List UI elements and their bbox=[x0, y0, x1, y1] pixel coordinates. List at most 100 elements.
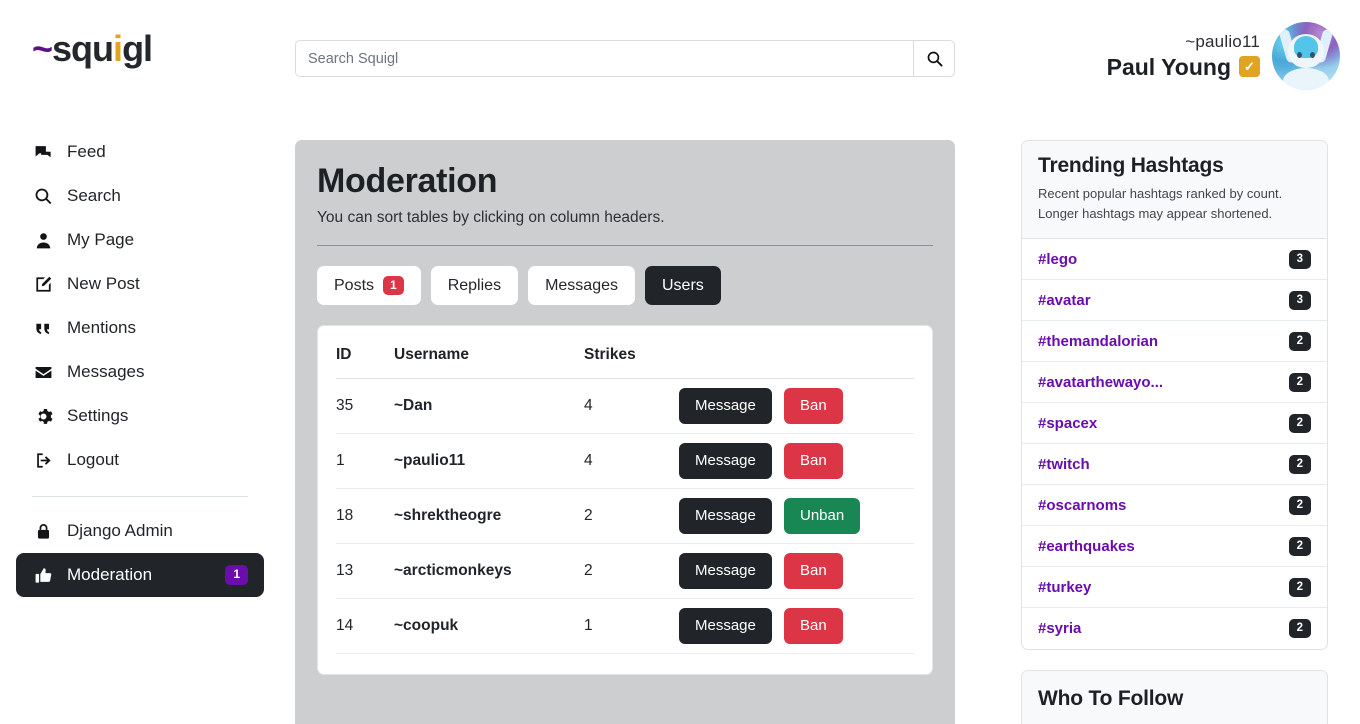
table-row: 14 ~coopuk 1 Message Ban bbox=[336, 598, 914, 655]
column-header-id[interactable]: ID bbox=[336, 326, 394, 380]
hashtag-label: #avatar bbox=[1038, 291, 1091, 309]
unban-button[interactable]: Unban bbox=[784, 498, 861, 535]
avatar-body bbox=[1283, 68, 1329, 90]
sidebar-item-moderation[interactable]: Moderation 1 bbox=[16, 553, 264, 597]
user-display-name: Paul Young bbox=[1106, 53, 1231, 80]
message-button[interactable]: Message bbox=[679, 443, 772, 480]
sign-out-icon bbox=[32, 451, 54, 470]
trending-hashtags-card: Trending Hashtags Recent popular hashtag… bbox=[1021, 140, 1328, 651]
message-button[interactable]: Message bbox=[679, 498, 772, 535]
table-row: 18 ~shrektheogre 2 Message Unban bbox=[336, 488, 914, 545]
ban-button[interactable]: Ban bbox=[784, 608, 843, 645]
cell-action-ban: Ban bbox=[784, 378, 914, 435]
list-item[interactable]: #earthquakes 2 bbox=[1022, 526, 1327, 568]
list-item[interactable]: #oscarnoms 2 bbox=[1022, 485, 1327, 527]
cell-action-ban: Ban bbox=[784, 598, 914, 655]
moderation-tabs: Posts 1 Replies Messages Users bbox=[317, 266, 933, 306]
list-item[interactable]: #lego 3 bbox=[1022, 239, 1327, 281]
ban-button[interactable]: Ban bbox=[784, 553, 843, 590]
sidebar-item-messages[interactable]: Messages bbox=[16, 350, 264, 394]
column-header-action-2 bbox=[784, 326, 914, 380]
sidebar-item-feed[interactable]: Feed bbox=[16, 130, 264, 174]
sidebar-item-label: Search bbox=[67, 186, 121, 205]
lock-icon bbox=[32, 522, 54, 541]
user-profile[interactable]: ~paulio11 Paul Young ✓ bbox=[1107, 22, 1340, 90]
sidebar-item-search[interactable]: Search bbox=[16, 174, 264, 218]
cell-strikes: 4 bbox=[584, 378, 679, 435]
cell-strikes: 4 bbox=[584, 433, 679, 490]
search-icon bbox=[927, 51, 943, 67]
hashtag-label: #earthquakes bbox=[1038, 537, 1135, 555]
sidebar-divider bbox=[32, 496, 248, 497]
trending-title: Trending Hashtags bbox=[1038, 154, 1224, 177]
column-header-username[interactable]: Username bbox=[394, 326, 584, 380]
cell-strikes: 1 bbox=[584, 598, 679, 655]
user-text: ~paulio11 Paul Young ✓ bbox=[1107, 32, 1260, 80]
list-item[interactable]: #spacex 2 bbox=[1022, 403, 1327, 445]
hashtag-label: #spacex bbox=[1038, 414, 1098, 432]
trending-header: Trending Hashtags Recent popular hashtag… bbox=[1022, 141, 1327, 240]
hashtag-count-badge: 2 bbox=[1288, 454, 1311, 474]
sidebar-item-label: Messages bbox=[67, 362, 145, 381]
cell-username: ~Dan bbox=[394, 378, 584, 435]
sidebar-item-label: Feed bbox=[67, 142, 106, 161]
moderation-badge: 1 bbox=[225, 565, 248, 585]
tab-replies[interactable]: Replies bbox=[430, 266, 519, 306]
list-item[interactable]: #avatar 3 bbox=[1022, 280, 1327, 322]
sidebar-item-mentions[interactable]: Mentions bbox=[16, 306, 264, 350]
hashtag-count-badge: 2 bbox=[1288, 495, 1311, 515]
list-item[interactable]: #syria 2 bbox=[1022, 608, 1327, 649]
cell-username: ~shrektheogre bbox=[394, 488, 584, 545]
sidebar-item-logout[interactable]: Logout bbox=[16, 438, 264, 482]
search-input[interactable] bbox=[295, 40, 913, 77]
tab-users[interactable]: Users bbox=[644, 266, 721, 306]
hashtag-label: #twitch bbox=[1038, 455, 1090, 473]
list-item[interactable]: #avatarthewayo... 2 bbox=[1022, 362, 1327, 404]
column-header-strikes[interactable]: Strikes bbox=[584, 326, 679, 380]
sidebar-item-my-page[interactable]: My Page bbox=[16, 218, 264, 262]
hashtag-label: #themandalorian bbox=[1038, 332, 1159, 350]
tab-posts[interactable]: Posts 1 bbox=[317, 266, 421, 306]
message-button[interactable]: Message bbox=[679, 553, 772, 590]
sidebar-item-new-post[interactable]: New Post bbox=[16, 262, 264, 306]
list-item[interactable]: #turkey 2 bbox=[1022, 567, 1327, 609]
hashtag-count-badge: 2 bbox=[1288, 619, 1311, 639]
cell-strikes: 2 bbox=[584, 543, 679, 600]
message-button[interactable]: Message bbox=[679, 608, 772, 645]
user-display-name-row: Paul Young ✓ bbox=[1107, 54, 1260, 80]
tab-posts-badge: 1 bbox=[383, 276, 404, 296]
sidebar-item-settings[interactable]: Settings bbox=[16, 394, 264, 438]
table-body: 35 ~Dan 4 Message Ban 1 ~paulio11 4 Mess… bbox=[336, 378, 914, 655]
list-item[interactable]: #themandalorian 2 bbox=[1022, 321, 1327, 363]
cell-id: 1 bbox=[336, 433, 394, 490]
hashtag-count-badge: 2 bbox=[1288, 536, 1311, 556]
sidebar-item-django-admin[interactable]: Django Admin bbox=[16, 509, 264, 553]
table-row: 13 ~arcticmonkeys 2 Message Ban bbox=[336, 543, 914, 600]
sidebar-item-label: Mentions bbox=[67, 318, 136, 337]
search-submit-button[interactable] bbox=[913, 40, 955, 77]
search-bar bbox=[295, 40, 955, 77]
brand-name-part1: squ bbox=[52, 28, 114, 69]
page-title: Moderation bbox=[317, 162, 498, 200]
hashtag-count-badge: 2 bbox=[1288, 413, 1311, 433]
verified-badge-icon: ✓ bbox=[1239, 56, 1260, 78]
brand-logo[interactable]: ~squigl bbox=[32, 28, 153, 69]
who-to-follow-header: Who To Follow bbox=[1022, 671, 1327, 724]
cell-id: 18 bbox=[336, 488, 394, 545]
pencil-square-icon bbox=[32, 275, 54, 294]
table-head: ID Username Strikes bbox=[336, 326, 914, 380]
ban-button[interactable]: Ban bbox=[784, 443, 843, 480]
trending-desc-line-2: Longer hashtags may appear shortened. bbox=[1038, 206, 1273, 222]
users-table-card: ID Username Strikes 35 ~Dan 4 Message Ba… bbox=[317, 325, 933, 676]
hashtag-count-badge: 3 bbox=[1288, 290, 1311, 310]
hashtag-label: #oscarnoms bbox=[1038, 496, 1127, 514]
hashtag-count-badge: 2 bbox=[1288, 577, 1311, 597]
cell-action-message: Message bbox=[679, 378, 784, 435]
cell-id: 35 bbox=[336, 378, 394, 435]
message-button[interactable]: Message bbox=[679, 388, 772, 425]
tab-messages[interactable]: Messages bbox=[528, 266, 635, 306]
list-item[interactable]: #twitch 2 bbox=[1022, 444, 1327, 486]
ban-button[interactable]: Ban bbox=[784, 388, 843, 425]
avatar[interactable] bbox=[1272, 22, 1340, 90]
brand-tilde: ~ bbox=[32, 28, 53, 69]
